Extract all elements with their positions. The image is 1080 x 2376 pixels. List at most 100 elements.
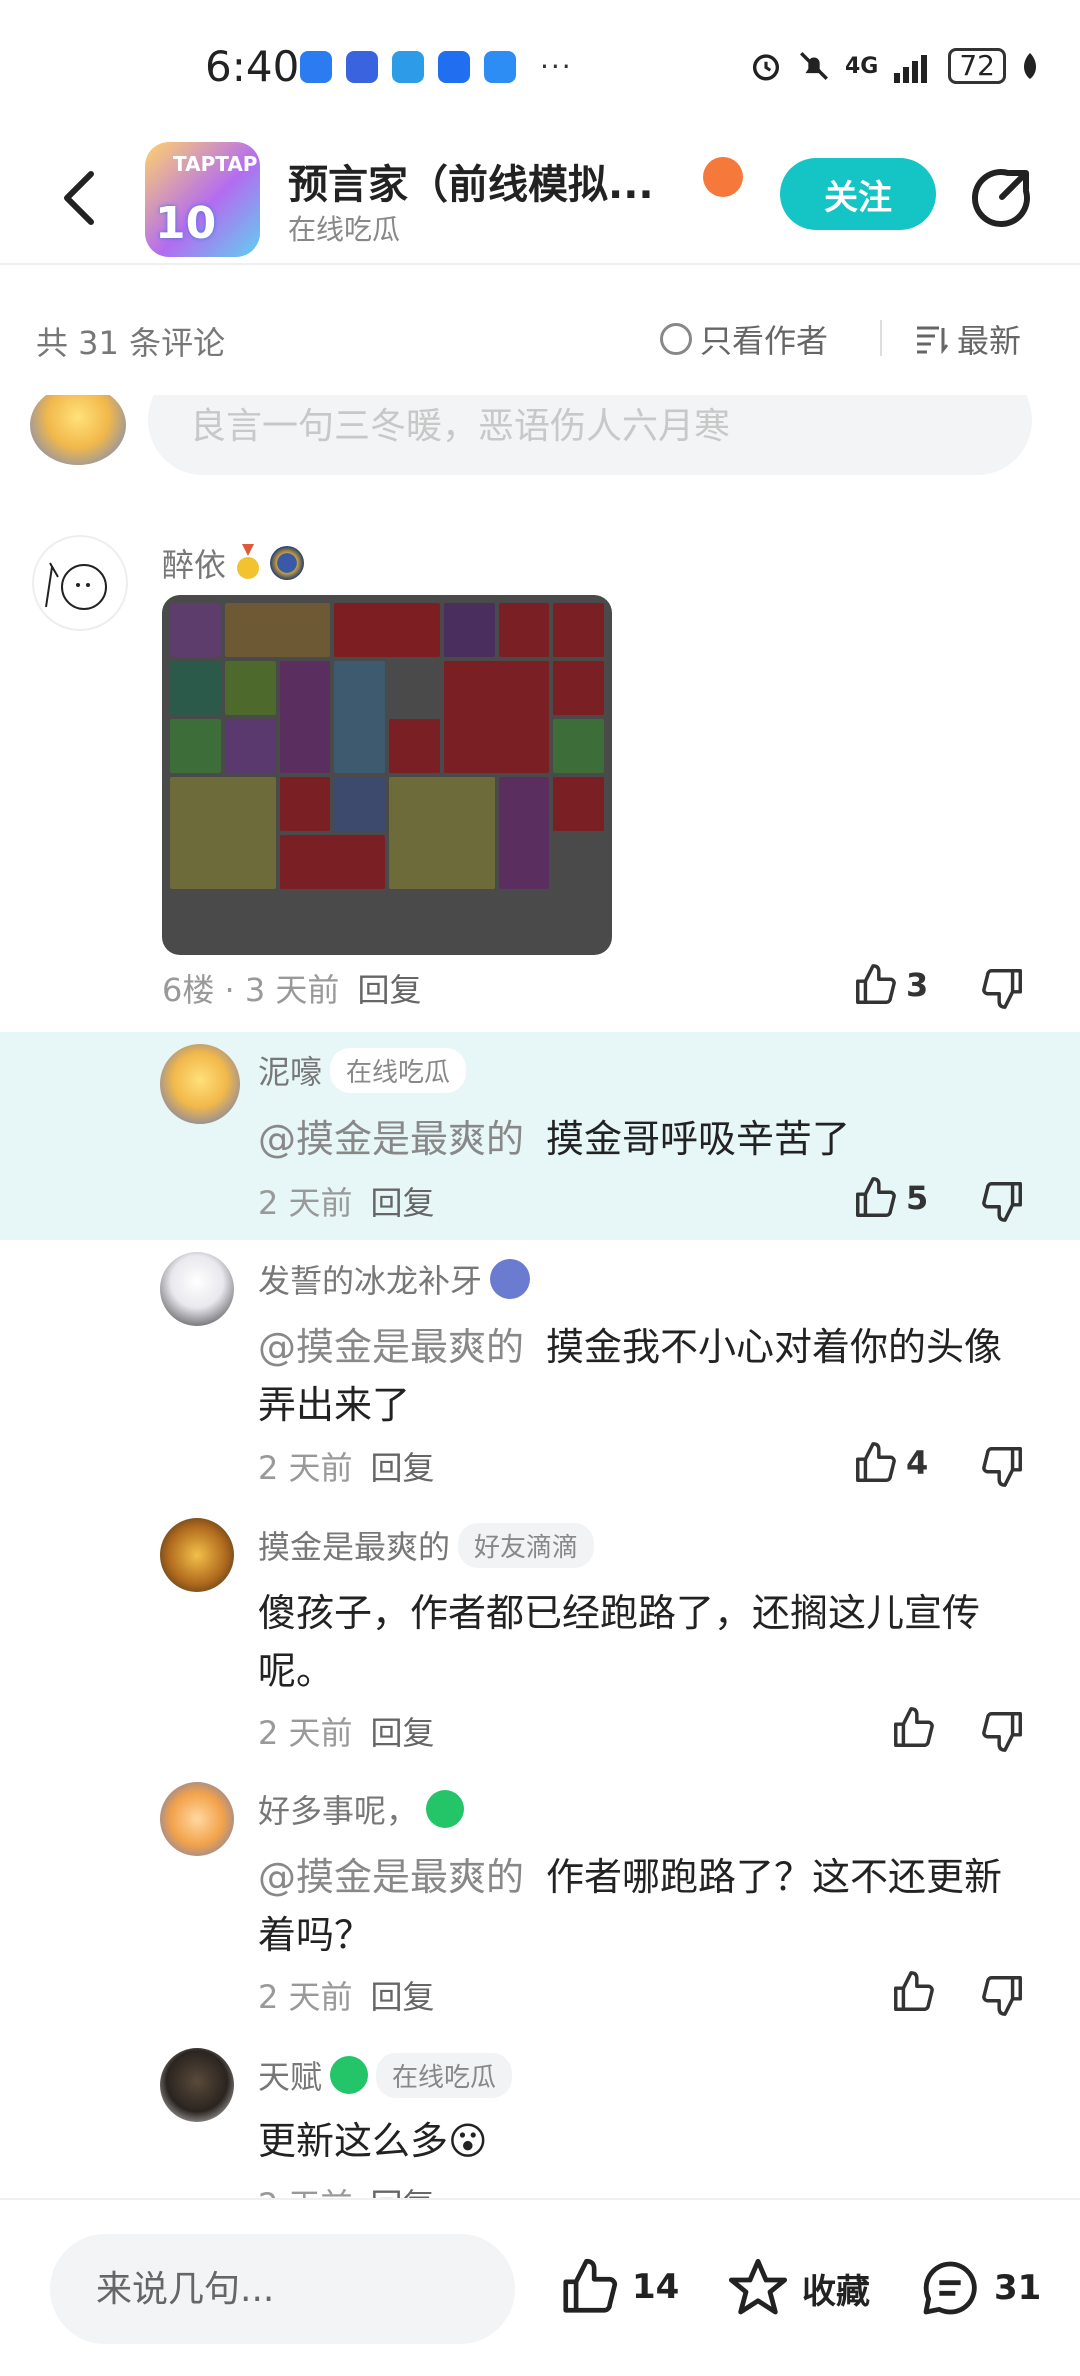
reply-time: 2 天前 bbox=[258, 1978, 353, 2016]
share-icon[interactable] bbox=[968, 165, 1034, 231]
comment-input[interactable] bbox=[50, 2234, 515, 2344]
reply-button[interactable]: 回复 bbox=[357, 971, 421, 1009]
chat-app-icon bbox=[484, 50, 516, 83]
reply-author[interactable]: 好多事呢， bbox=[258, 1786, 465, 1832]
item-cell bbox=[498, 603, 550, 657]
item-cell bbox=[224, 661, 276, 715]
reply-body: 更新这么多😮 bbox=[258, 2119, 488, 2163]
user-tag: 在线吃瓜 bbox=[330, 1047, 467, 1093]
mention[interactable]: @摸金是最爽的 bbox=[258, 1117, 524, 1161]
app-header: TAPTAP 10 预言家（前线模拟... 在线吃瓜 关注 bbox=[0, 130, 1080, 265]
gamepad-badge-icon bbox=[426, 1790, 465, 1828]
like-count: 3 bbox=[906, 966, 929, 1004]
user-tag: 在线吃瓜 bbox=[376, 2052, 513, 2098]
item-cell bbox=[334, 661, 385, 773]
shield-app-icon bbox=[300, 50, 332, 83]
reply-button[interactable]: 回复 bbox=[371, 1449, 435, 1487]
thumbs-down-icon[interactable] bbox=[980, 1972, 1026, 2018]
reply-text: @摸金是最爽的 摸金我不小心对着你的头像弄出来了 bbox=[258, 1318, 1018, 1434]
author-name: 发誓的冰龙补牙 bbox=[258, 1262, 483, 1300]
bottom-comment-count: 31 bbox=[994, 2268, 1042, 2308]
avatar[interactable] bbox=[160, 1782, 234, 1856]
item-cell bbox=[334, 603, 440, 657]
game-app-icon[interactable]: TAPTAP 10 bbox=[145, 142, 260, 257]
item-cell bbox=[498, 777, 550, 889]
reply-author[interactable]: 发誓的冰龙补牙 bbox=[258, 1256, 531, 1302]
gamepad-badge-icon bbox=[703, 157, 743, 197]
floor-number: 6楼 bbox=[162, 971, 215, 1009]
battery-indicator: 72 bbox=[948, 48, 1006, 84]
only-author-label: 只看作者 bbox=[700, 322, 829, 360]
author-name: 好多事呢， bbox=[258, 1792, 419, 1830]
comment-meta: 6楼 · 3 天前 回复 bbox=[162, 971, 422, 1009]
reply-button[interactable]: 回复 bbox=[371, 1184, 435, 1222]
thumbs-down-icon[interactable] bbox=[980, 965, 1026, 1011]
medal-icon bbox=[237, 544, 260, 579]
bottom-comment-button[interactable]: 31 bbox=[918, 2256, 1041, 2320]
item-cell bbox=[224, 603, 331, 657]
item-cell bbox=[553, 661, 604, 715]
inventory-grid bbox=[170, 603, 604, 947]
mention[interactable]: @摸金是最爽的 bbox=[258, 1325, 524, 1369]
avatar[interactable] bbox=[160, 2048, 234, 2122]
page-title[interactable]: 预言家（前线模拟... bbox=[288, 152, 688, 210]
sort-newest[interactable]: 最新 bbox=[915, 316, 1021, 362]
bulb-app-icon bbox=[438, 50, 470, 83]
like-count: 5 bbox=[906, 1179, 929, 1217]
comment-author[interactable]: 醉依 bbox=[162, 540, 305, 586]
comment-image[interactable] bbox=[162, 595, 612, 955]
reply-button[interactable]: 回复 bbox=[371, 2186, 435, 2198]
reply-prompt-text: 良言一句三冬暖，恶语伤人六月寒 bbox=[190, 406, 731, 447]
reply-author[interactable]: 天赋 在线吃瓜 bbox=[258, 2052, 513, 2098]
reply-author[interactable]: 泥嚎 在线吃瓜 bbox=[258, 1047, 467, 1093]
status-notification-icons: ··· bbox=[300, 50, 573, 83]
mute-bell-icon bbox=[800, 52, 828, 80]
reply-button[interactable]: 回复 bbox=[371, 1714, 435, 1752]
trophy-badge-icon bbox=[490, 1259, 531, 1299]
reply-author[interactable]: 摸金是最爽的 好友滴滴 bbox=[258, 1522, 595, 1568]
signal-icon bbox=[894, 55, 928, 83]
follow-button[interactable]: 关注 bbox=[780, 158, 936, 230]
comment-time: 3 天前 bbox=[244, 971, 340, 1009]
like-button[interactable]: 3 bbox=[852, 962, 928, 1008]
globe-app-icon bbox=[392, 50, 424, 83]
comment-count: 共 31 条评论 bbox=[36, 324, 226, 362]
item-cell bbox=[389, 661, 440, 715]
favorite-button[interactable]: 收藏 bbox=[726, 2256, 870, 2320]
bottom-like-button[interactable]: 14 bbox=[558, 2256, 679, 2318]
bottom-like-count: 14 bbox=[632, 2267, 680, 2307]
item-cell bbox=[443, 603, 495, 657]
mention[interactable]: @摸金是最爽的 bbox=[258, 1855, 524, 1899]
item-cell bbox=[170, 777, 276, 889]
like-button[interactable]: 4 bbox=[852, 1440, 928, 1486]
reply-button[interactable]: 回复 bbox=[371, 1978, 435, 2016]
star-icon bbox=[728, 2258, 788, 2315]
page-subtitle: 在线吃瓜 bbox=[288, 213, 401, 246]
avatar[interactable] bbox=[32, 535, 128, 631]
thumbs-down-icon[interactable] bbox=[980, 1178, 1026, 1224]
reply-text: @摸金是最爽的 作者哪跑路了？这不还更新着吗？ bbox=[258, 1848, 1018, 1964]
sort-newest-label: 最新 bbox=[957, 322, 1022, 360]
reply-time: 2 天前 bbox=[258, 1714, 353, 1752]
item-cell bbox=[389, 777, 495, 889]
radio-icon bbox=[660, 323, 692, 355]
avatar[interactable] bbox=[160, 1252, 234, 1326]
item-cell bbox=[279, 661, 331, 773]
like-button[interactable]: 5 bbox=[852, 1175, 928, 1221]
only-author-toggle[interactable]: 只看作者 bbox=[660, 316, 828, 362]
back-arrow-icon[interactable] bbox=[55, 168, 105, 228]
status-bar: 6:40 ··· 4G 72 bbox=[0, 0, 1080, 130]
reply-text: @摸金是最爽的 摸金哥呼吸辛苦了 bbox=[258, 1110, 1038, 1168]
reply-body: 摸金哥呼吸辛苦了 bbox=[546, 1117, 851, 1161]
thumbs-down-icon[interactable] bbox=[980, 1708, 1026, 1754]
thumbs-up-icon[interactable] bbox=[890, 1705, 936, 1751]
thumbs-up-icon bbox=[856, 964, 896, 1004]
alarm-icon bbox=[752, 54, 780, 81]
thumbs-up-icon[interactable] bbox=[890, 1969, 936, 2015]
thumbs-down-icon[interactable] bbox=[980, 1443, 1026, 1489]
avatar[interactable] bbox=[160, 1044, 240, 1124]
bottom-action-bar: 14 收藏 31 bbox=[0, 2198, 1080, 2376]
doodle-avatar-icon bbox=[45, 562, 107, 610]
reply-time: 2 天前 bbox=[258, 2186, 353, 2198]
avatar[interactable] bbox=[160, 1518, 234, 1592]
